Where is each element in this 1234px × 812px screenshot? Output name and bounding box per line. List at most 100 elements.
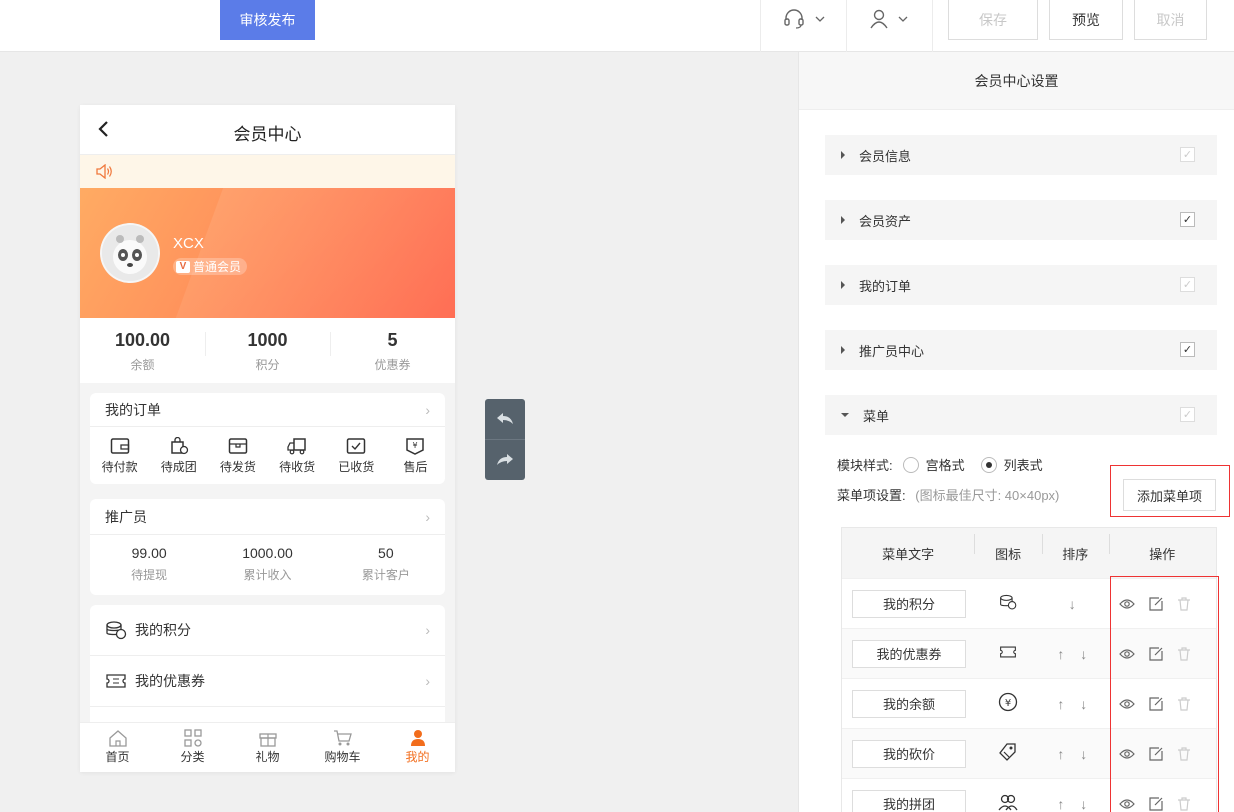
menu-text-field[interactable]: 我的余额 <box>852 689 966 718</box>
radio-label: 列表式 <box>1003 458 1043 473</box>
undo-redo-controls <box>485 399 525 480</box>
section-checkbox[interactable]: ✓ <box>1180 147 1195 162</box>
order-pending-payment[interactable]: 待付款 <box>90 427 149 483</box>
chevron-right-icon: › <box>425 622 430 638</box>
icon-size-hint: (图标最佳尺寸: 40×40px) <box>915 488 1060 503</box>
stat-value: 100.00 <box>114 330 171 350</box>
promoter-stat[interactable]: 50 累计客户 <box>327 535 445 595</box>
caret-down-icon <box>841 413 849 417</box>
stat-balance[interactable]: 100.00 余额 <box>80 318 205 383</box>
order-received[interactable]: 已收货 <box>327 427 386 483</box>
undo-icon <box>497 413 513 424</box>
settings-panel: 会员中心设置 会员信息 ✓ 会员资产 ✓ 我的订单 ✓ 推广员中心 ✓ 菜单 ✓… <box>798 52 1234 812</box>
speaker-icon <box>96 164 112 179</box>
customer-service-menu[interactable] <box>783 8 825 30</box>
section-member-info[interactable]: 会员信息 ✓ <box>825 135 1217 175</box>
section-label: 推广员中心 <box>859 343 925 359</box>
menu-text-field[interactable]: 我的拼团 <box>852 789 966 812</box>
order-label: 待成团 <box>160 460 197 474</box>
username: XCX <box>173 235 204 252</box>
menu-text-field[interactable]: 我的砍价 <box>852 739 966 768</box>
stat-label: 优惠券 <box>374 358 411 372</box>
cancel-button[interactable]: 取消 <box>1134 0 1207 40</box>
menu-item-label: 我的积分 <box>135 622 191 638</box>
order-pending-shipment[interactable]: 待发货 <box>208 427 267 483</box>
sort-controls[interactable]: ↑ ↓ <box>1042 746 1109 762</box>
tab-gift[interactable]: 礼物 <box>230 723 305 772</box>
radio-label: 宫格式 <box>925 458 965 473</box>
toolbar-divider <box>932 0 933 52</box>
toolbar-divider <box>760 0 761 52</box>
section-member-assets[interactable]: 会员资产 ✓ <box>825 200 1217 240</box>
orders-header[interactable]: 我的订单 › <box>90 393 445 427</box>
redo-button[interactable] <box>485 440 525 480</box>
section-checkbox[interactable]: ✓ <box>1180 407 1195 422</box>
radio-grid-style[interactable] <box>902 456 919 473</box>
radio-list-style[interactable] <box>980 456 997 473</box>
tab-label: 首页 <box>105 750 130 764</box>
sort-controls[interactable]: ↑ ↓ <box>1042 696 1109 712</box>
order-label: 已收货 <box>338 460 375 474</box>
menu-item-coupons[interactable]: 我的优惠券 › <box>90 656 445 707</box>
wallet-icon <box>110 438 129 454</box>
sort-controls[interactable]: ↑ ↓ <box>1042 646 1109 662</box>
menu-text-field[interactable]: 我的优惠券 <box>852 639 966 668</box>
section-promoter-center[interactable]: 推广员中心 ✓ <box>825 330 1217 370</box>
sort-controls[interactable]: ↑ ↓ <box>1042 796 1109 812</box>
ticket-icon <box>106 674 126 688</box>
menu-item-points[interactable]: 我的积分 › <box>90 605 445 656</box>
tab-home[interactable]: 首页 <box>80 723 155 772</box>
section-menu[interactable]: 菜单 ✓ <box>825 395 1217 435</box>
tab-category[interactable]: 分类 <box>155 723 230 772</box>
column-header: 排序 <box>1041 533 1109 563</box>
promoter-stat[interactable]: 1000.00 累计收入 <box>208 535 326 595</box>
column-header: 菜单文字 <box>882 546 935 562</box>
menu-text-field[interactable]: 我的积分 <box>852 589 966 618</box>
tab-label: 分类 <box>180 750 205 764</box>
order-pending-receipt[interactable]: 待收货 <box>268 427 327 483</box>
promoter-header[interactable]: 推广员 › <box>90 499 445 535</box>
column-header: 操作 <box>1108 533 1216 563</box>
sort-controls[interactable]: ↓ <box>1042 596 1109 612</box>
menu-card: 我的积分 › 我的优惠券 › <box>90 605 445 735</box>
promoter-stat-label: 待提现 <box>131 568 168 582</box>
phone-header: 会员中心 <box>80 105 455 155</box>
stat-label: 余额 <box>130 358 155 372</box>
bottom-tab-bar: 首页 分类 礼物 购物车 我的 <box>80 722 455 772</box>
tab-label: 购物车 <box>324 750 361 764</box>
publish-button[interactable]: 审核发布 <box>220 0 315 40</box>
section-checkbox[interactable]: ✓ <box>1180 277 1195 292</box>
menu-item-label: 我的优惠券 <box>135 673 205 689</box>
caret-right-icon <box>841 216 845 224</box>
group-icon <box>998 794 1018 811</box>
tab-label: 礼物 <box>255 750 280 764</box>
banner-decoration <box>164 188 455 318</box>
promoter-stats: 99.00 待提现 1000.00 累计收入 50 累计客户 <box>90 535 445 595</box>
promoter-stat-value: 50 <box>378 545 394 561</box>
section-checkbox[interactable]: ✓ <box>1180 212 1195 227</box>
order-pending-group[interactable]: 待成团 <box>149 427 208 483</box>
chevron-right-icon: › <box>425 401 430 418</box>
stat-coupons[interactable]: 5 优惠券 <box>330 318 455 383</box>
panel-title: 会员中心设置 <box>799 52 1234 110</box>
preview-button[interactable]: 预览 <box>1049 0 1123 40</box>
section-checkbox[interactable]: ✓ <box>1180 342 1195 357</box>
tab-mine[interactable]: 我的 <box>380 723 455 772</box>
promoter-card: 推广员 › 99.00 待提现 1000.00 累计收入 50 累计客户 <box>90 499 445 595</box>
avatar[interactable] <box>100 223 160 283</box>
order-label: 待付款 <box>101 460 138 474</box>
save-button[interactable]: 保存 <box>948 0 1038 40</box>
tab-cart[interactable]: 购物车 <box>305 723 380 772</box>
order-after-sales[interactable]: ¥ 售后 <box>386 427 445 483</box>
balance-icon: ¥ <box>998 692 1018 712</box>
received-box-icon <box>347 438 366 454</box>
toolbar-divider <box>846 0 847 52</box>
user-menu[interactable] <box>870 8 908 30</box>
cart-icon <box>333 730 352 746</box>
stat-points[interactable]: 1000 积分 <box>205 318 330 383</box>
section-my-orders[interactable]: 我的订单 ✓ <box>825 265 1217 305</box>
section-label: 会员信息 <box>859 148 912 164</box>
promoter-stat[interactable]: 99.00 待提现 <box>90 535 208 595</box>
menu-item-setting-row: 菜单项设置: (图标最佳尺寸: 40×40px) <box>837 485 1059 504</box>
undo-button[interactable] <box>485 399 525 439</box>
